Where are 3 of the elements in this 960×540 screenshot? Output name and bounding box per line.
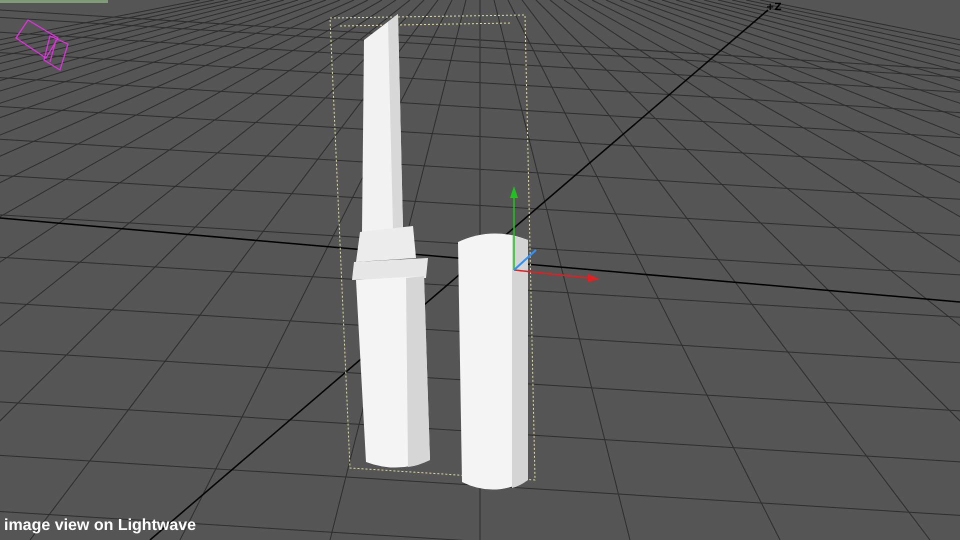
- camera-icon: [15, 19, 69, 71]
- caption: image view on Lightwave: [4, 517, 196, 535]
- axis-label: +Z: [766, 2, 782, 13]
